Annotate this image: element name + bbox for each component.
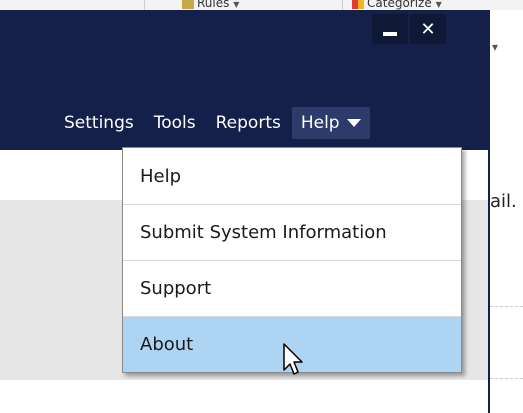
menu-item-label: About xyxy=(140,334,194,355)
ribbon-categorize-button[interactable]: Categorize ▼ xyxy=(352,0,442,10)
rules-icon xyxy=(182,0,194,9)
background-ribbon: Rules ▼ Categorize ▼ xyxy=(0,0,523,10)
background-content: ▾ ail. xyxy=(490,10,523,413)
menu-tools-label: Tools xyxy=(153,113,196,133)
close-icon: ✕ xyxy=(420,18,436,40)
menu-item-help[interactable]: Help xyxy=(123,148,461,204)
ribbon-categorize-label: Categorize xyxy=(367,0,432,10)
menu-help[interactable]: Help xyxy=(291,107,370,139)
categorize-icon xyxy=(352,0,364,9)
menu-reports-label: Reports xyxy=(215,113,281,133)
menu-reports[interactable]: Reports xyxy=(207,107,290,139)
menu-settings-label: Settings xyxy=(64,113,134,133)
chevron-down-icon: ▾ xyxy=(492,40,499,54)
divider xyxy=(490,306,523,307)
menubar: Settings Tools Reports Help xyxy=(55,105,372,141)
menu-tools[interactable]: Tools xyxy=(145,107,205,139)
menu-help-label: Help xyxy=(300,113,340,133)
chevron-down-icon: ▼ xyxy=(233,0,240,9)
titlebar: ✕ Settings Tools Reports Help xyxy=(0,10,490,150)
menu-item-label: Support xyxy=(140,278,212,299)
menu-settings[interactable]: Settings xyxy=(55,107,143,139)
ribbon-rules-label: Rules xyxy=(197,0,230,10)
close-button[interactable]: ✕ xyxy=(410,14,446,44)
background-partial-text: ail. xyxy=(490,191,517,212)
ribbon-rules-button[interactable]: Rules ▼ xyxy=(182,0,239,10)
ribbon-separator xyxy=(144,0,145,10)
divider xyxy=(490,378,523,379)
window-border xyxy=(488,150,490,413)
menu-item-support[interactable]: Support xyxy=(123,260,461,316)
minimize-button[interactable] xyxy=(372,14,408,44)
mouse-cursor-icon xyxy=(283,343,303,375)
caret-down-icon xyxy=(346,119,361,127)
minimize-icon xyxy=(383,32,397,36)
help-dropdown-menu: Help Submit System Information Support A… xyxy=(122,147,462,373)
ribbon-separator xyxy=(342,0,343,10)
chevron-down-icon: ▼ xyxy=(435,0,442,9)
menu-item-submit-system-information[interactable]: Submit System Information xyxy=(123,204,461,260)
menu-item-label: Help xyxy=(140,165,182,187)
menu-item-label: Submit System Information xyxy=(140,222,387,243)
